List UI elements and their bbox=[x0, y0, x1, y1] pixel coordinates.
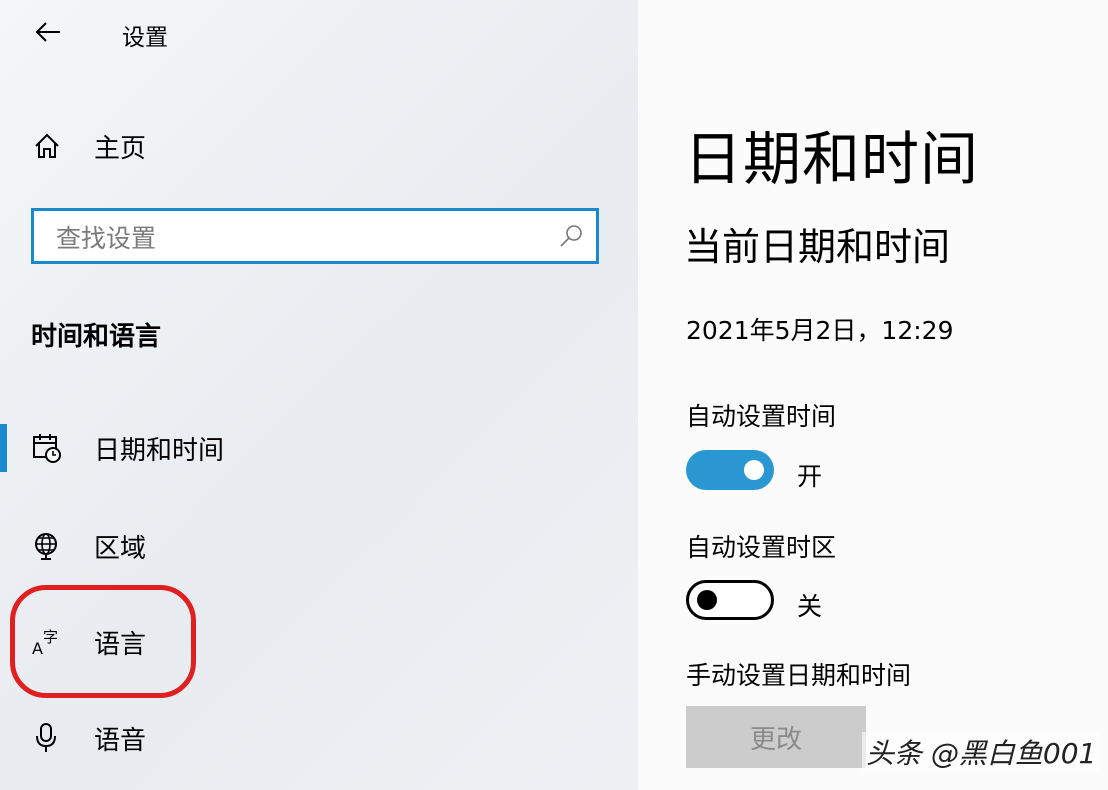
sidebar-item-label: 日期和时间 bbox=[94, 435, 225, 466]
toggle-knob bbox=[744, 460, 764, 480]
sidebar-item-region[interactable]: 区域 bbox=[0, 516, 638, 576]
auto-timezone-label: 自动设置时区 bbox=[686, 533, 837, 562]
sidebar-item-home[interactable]: 主页 bbox=[0, 116, 638, 176]
search-box[interactable] bbox=[31, 208, 599, 264]
sidebar-item-label: 区域 bbox=[94, 533, 147, 564]
auto-time-state: 开 bbox=[797, 462, 823, 491]
manual-datetime-label: 手动设置日期和时间 bbox=[686, 661, 912, 690]
search-input[interactable] bbox=[54, 219, 538, 257]
back-button[interactable] bbox=[30, 16, 66, 48]
home-icon bbox=[32, 130, 62, 162]
auto-timezone-state: 关 bbox=[797, 592, 823, 621]
sidebar-item-label: 主页 bbox=[94, 133, 147, 164]
search-icon[interactable] bbox=[558, 223, 584, 253]
auto-timezone-toggle[interactable] bbox=[686, 580, 774, 620]
change-button[interactable]: 更改 bbox=[686, 706, 866, 768]
sidebar-item-date-time[interactable]: 日期和时间 bbox=[0, 418, 638, 478]
back-arrow-icon bbox=[35, 22, 60, 42]
highlight-annotation bbox=[10, 585, 196, 698]
auto-time-toggle[interactable] bbox=[686, 450, 774, 490]
watermark: 头条 @黑白鱼001 bbox=[862, 732, 1101, 772]
auto-time-label: 自动设置时间 bbox=[686, 402, 837, 431]
globe-icon bbox=[32, 530, 62, 562]
section-heading: 时间和语言 bbox=[31, 322, 162, 352]
page-title: 日期和时间 bbox=[684, 125, 980, 193]
current-datetime-value: 2021年5月2日，12:29 bbox=[686, 316, 954, 345]
window-title: 设置 bbox=[122, 25, 168, 51]
sidebar-item-label: 语音 bbox=[94, 725, 147, 756]
current-datetime-heading: 当前日期和时间 bbox=[684, 225, 951, 269]
sidebar: 设置 主页 时间和语言 日期和时间 bbox=[0, 0, 638, 790]
microphone-icon bbox=[32, 722, 62, 754]
calendar-clock-icon bbox=[32, 432, 62, 464]
toggle-knob bbox=[697, 590, 717, 610]
sidebar-item-speech[interactable]: 语音 bbox=[0, 708, 638, 768]
